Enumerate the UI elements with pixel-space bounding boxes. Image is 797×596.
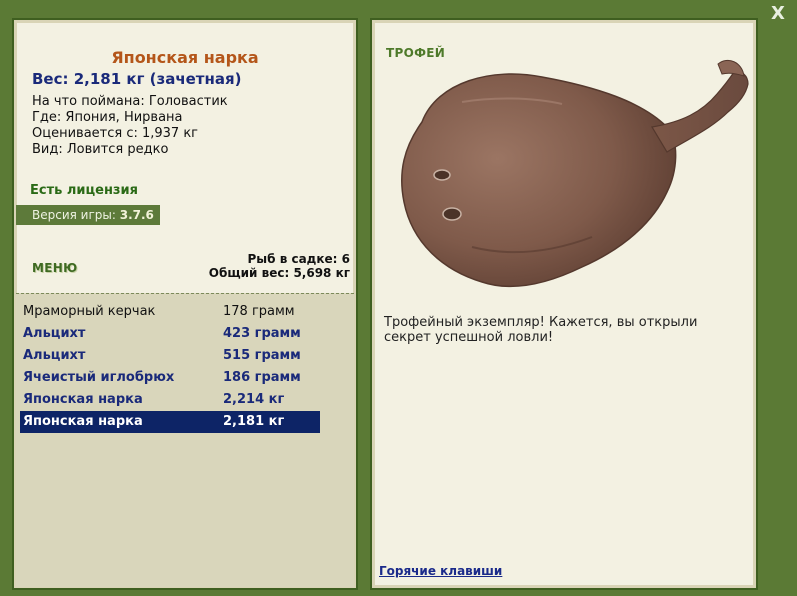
version-label: Версия игры: [32,208,116,222]
list-item[interactable]: Японская нарка 2,181 кг [20,411,320,433]
trophy-panel: ТРОФЕЙ Трофейный экземпляр! Кажется, вы … [370,18,758,590]
fish-price: Оценивается с: 1,937 кг [32,126,199,141]
list-item-weight: 178 грамм [223,304,295,319]
fish-weight: Вес: 2,181 кг (зачетная) [32,70,242,88]
fish-kind: Вид: Ловится редко [32,142,169,157]
fish-info-panel: Японская нарка Вес: 2,181 кг (зачетная) … [12,18,358,590]
list-item-weight: 186 грамм [223,370,301,385]
fish-place: Где: Япония, Нирвана [32,110,183,125]
list-item-weight: 515 грамм [223,348,301,363]
version-value: 3.7.6 [119,208,154,222]
list-item[interactable]: Японская нарка 2,214 кг [20,389,320,411]
list-item-name: Мраморный керчак [23,304,156,319]
list-item-name: Альцихт [23,326,86,341]
license-status: Есть лицензия [30,183,138,198]
catch-list: Мраморный керчак 178 грамм Альцихт 423 грам… [16,293,354,587]
hotkeys-link[interactable]: Горячие клавиши [379,564,502,578]
list-item[interactable]: Ячеистый иглобрюх 186 грамм [20,367,320,389]
trophy-label: ТРОФЕЙ [386,46,446,60]
list-item[interactable]: Альцихт 515 грамм [20,345,320,367]
fish-image [401,60,749,288]
list-item[interactable]: Альцихт 423 грамм [20,323,320,345]
menu-button[interactable]: МЕНЮ [32,261,77,275]
list-item-weight: 423 грамм [223,326,301,341]
fish-bait: На что поймана: Головастик [32,94,228,109]
fish-name: Японская нарка [111,48,259,67]
list-item-name: Альцихт [23,348,86,363]
list-item-weight: 2,181 кг [223,414,285,429]
list-item[interactable]: Мраморный керчак 178 грамм [20,301,320,323]
trophy-description: Трофейный экземпляр! Кажется, вы открыли… [384,315,698,345]
list-item-name: Японская нарка [23,414,143,429]
list-item-weight: 2,214 кг [223,392,285,407]
cage-total-weight: Общий вес: 5,698 кг [208,266,350,280]
version-bar: Версия игры: 3.7.6 [16,205,160,225]
fish-body [401,60,749,288]
cage-count: Рыб в садке: 6 [247,252,351,266]
list-item-name: Ячеистый иглобрюх [23,370,175,385]
close-button[interactable]: X [769,4,787,24]
list-item-name: Японская нарка [23,392,143,407]
